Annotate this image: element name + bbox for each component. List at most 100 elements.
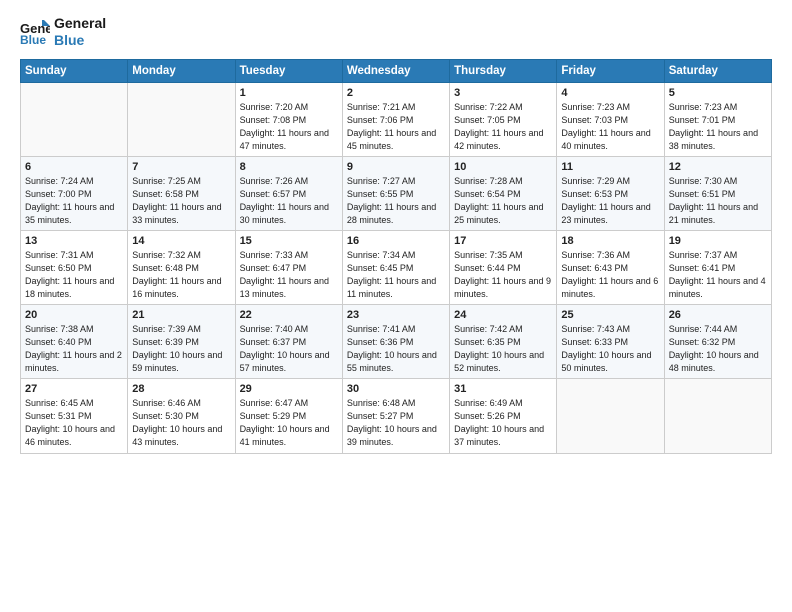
day-info: Sunrise: 7:34 AM Sunset: 6:45 PM Dayligh… [347,249,445,301]
calendar-cell: 7 Sunrise: 7:25 AM Sunset: 6:58 PM Daylig… [128,156,235,230]
day-info: Sunrise: 7:30 AM Sunset: 6:51 PM Dayligh… [669,175,767,227]
day-number: 13 [25,235,123,247]
calendar-cell: 15Sunrise: 7:33 AM Sunset: 6:47 PM Dayli… [235,230,342,304]
day-info: Sunrise: 7:25 AM Sunset: 6:58 PM Dayligh… [132,175,230,227]
day-number: 10 [454,161,552,173]
calendar-cell: 22 Sunrise: 7:40 AM Sunset: 6:37 PM Dayli… [235,305,342,379]
calendar-cell: 8 Sunrise: 7:26 AM Sunset: 6:57 PM Daylig… [235,156,342,230]
day-info: Sunrise: 6:47 AM Sunset: 5:29 PM Dayligh… [240,397,338,449]
day-info: Sunrise: 7:35 AM Sunset: 6:44 PM Dayligh… [454,249,552,301]
day-info: Sunrise: 7:23 AM Sunset: 7:03 PM Dayligh… [561,101,659,153]
logo-blue: Blue [54,32,106,49]
day-number: 11 [561,161,659,173]
calendar-week-1: 1 Sunrise: 7:20 AM Sunset: 7:08 PM Daylig… [21,82,772,156]
day-info: Sunrise: 6:46 AM Sunset: 5:30 PM Dayligh… [132,397,230,449]
day-number: 6 [25,161,123,173]
day-info: Sunrise: 6:45 AM Sunset: 5:31 PM Dayligh… [25,397,123,449]
calendar-cell: 28 Sunrise: 6:46 AM Sunset: 5:30 PM Dayli… [128,379,235,453]
day-number: 26 [669,309,767,321]
day-info: Sunrise: 7:27 AM Sunset: 6:55 PM Dayligh… [347,175,445,227]
calendar-cell: 23 Sunrise: 7:41 AM Sunset: 6:36 PM Dayli… [342,305,449,379]
calendar-cell: 6Sunrise: 7:24 AM Sunset: 7:00 PM Daylig… [21,156,128,230]
day-number: 2 [347,87,445,99]
calendar-week-5: 27 Sunrise: 6:45 AM Sunset: 5:31 PM Dayli… [21,379,772,453]
col-header-tuesday: Tuesday [235,59,342,82]
day-number: 25 [561,309,659,321]
calendar-cell: 20Sunrise: 7:38 AM Sunset: 6:40 PM Dayli… [21,305,128,379]
col-header-saturday: Saturday [664,59,771,82]
day-info: Sunrise: 7:29 AM Sunset: 6:53 PM Dayligh… [561,175,659,227]
day-number: 1 [240,87,338,99]
day-number: 30 [347,383,445,395]
calendar-page: General Blue General Blue SundayMondayTu… [0,0,792,612]
day-number: 21 [132,309,230,321]
logo: General Blue General Blue [20,15,106,49]
day-number: 23 [347,309,445,321]
day-number: 12 [669,161,767,173]
calendar-cell: 1 Sunrise: 7:20 AM Sunset: 7:08 PM Daylig… [235,82,342,156]
col-header-friday: Friday [557,59,664,82]
day-number: 31 [454,383,552,395]
col-header-monday: Monday [128,59,235,82]
calendar-cell: 25 Sunrise: 7:43 AM Sunset: 6:33 PM Dayli… [557,305,664,379]
calendar-cell: 29 Sunrise: 6:47 AM Sunset: 5:29 PM Dayli… [235,379,342,453]
day-info: Sunrise: 7:38 AM Sunset: 6:40 PM Dayligh… [25,323,123,375]
logo-general: General [54,15,106,32]
day-number: 4 [561,87,659,99]
calendar-cell: 10 Sunrise: 7:28 AM Sunset: 6:54 PM Dayli… [450,156,557,230]
day-info: Sunrise: 7:23 AM Sunset: 7:01 PM Dayligh… [669,101,767,153]
day-number: 19 [669,235,767,247]
day-info: Sunrise: 7:43 AM Sunset: 6:33 PM Dayligh… [561,323,659,375]
calendar-header: General Blue General Blue [20,15,772,49]
calendar-cell [21,82,128,156]
calendar-cell: 9 Sunrise: 7:27 AM Sunset: 6:55 PM Daylig… [342,156,449,230]
calendar-cell: 14Sunrise: 7:32 AM Sunset: 6:48 PM Dayli… [128,230,235,304]
day-number: 16 [347,235,445,247]
calendar-header-row: SundayMondayTuesdayWednesdayThursdayFrid… [21,59,772,82]
day-number: 3 [454,87,552,99]
day-info: Sunrise: 6:48 AM Sunset: 5:27 PM Dayligh… [347,397,445,449]
calendar-cell: 13 Sunrise: 7:31 AM Sunset: 6:50 PM Dayli… [21,230,128,304]
logo-icon: General Blue [20,20,50,44]
day-info: Sunrise: 7:40 AM Sunset: 6:37 PM Dayligh… [240,323,338,375]
day-number: 7 [132,161,230,173]
calendar-cell: 17Sunrise: 7:35 AM Sunset: 6:44 PM Dayli… [450,230,557,304]
day-info: Sunrise: 7:42 AM Sunset: 6:35 PM Dayligh… [454,323,552,375]
day-number: 27 [25,383,123,395]
calendar-cell: 27 Sunrise: 6:45 AM Sunset: 5:31 PM Dayli… [21,379,128,453]
day-number: 8 [240,161,338,173]
day-info: Sunrise: 7:44 AM Sunset: 6:32 PM Dayligh… [669,323,767,375]
calendar-cell: 12 Sunrise: 7:30 AM Sunset: 6:51 PM Dayli… [664,156,771,230]
day-info: Sunrise: 7:31 AM Sunset: 6:50 PM Dayligh… [25,249,123,301]
calendar-cell: 18 Sunrise: 7:36 AM Sunset: 6:43 PM Dayli… [557,230,664,304]
calendar-cell: 4 Sunrise: 7:23 AM Sunset: 7:03 PM Daylig… [557,82,664,156]
calendar-cell: 19 Sunrise: 7:37 AM Sunset: 6:41 PM Dayli… [664,230,771,304]
col-header-thursday: Thursday [450,59,557,82]
day-info: Sunrise: 7:41 AM Sunset: 6:36 PM Dayligh… [347,323,445,375]
day-info: Sunrise: 7:28 AM Sunset: 6:54 PM Dayligh… [454,175,552,227]
day-number: 18 [561,235,659,247]
calendar-cell [128,82,235,156]
calendar-cell: 24 Sunrise: 7:42 AM Sunset: 6:35 PM Dayli… [450,305,557,379]
calendar-week-2: 6Sunrise: 7:24 AM Sunset: 7:00 PM Daylig… [21,156,772,230]
day-info: Sunrise: 7:32 AM Sunset: 6:48 PM Dayligh… [132,249,230,301]
day-info: Sunrise: 7:20 AM Sunset: 7:08 PM Dayligh… [240,101,338,153]
day-number: 9 [347,161,445,173]
day-number: 22 [240,309,338,321]
day-number: 24 [454,309,552,321]
day-info: Sunrise: 7:33 AM Sunset: 6:47 PM Dayligh… [240,249,338,301]
svg-text:Blue: Blue [20,33,46,44]
calendar-week-4: 20Sunrise: 7:38 AM Sunset: 6:40 PM Dayli… [21,305,772,379]
calendar-cell: 11 Sunrise: 7:29 AM Sunset: 6:53 PM Dayli… [557,156,664,230]
day-info: Sunrise: 7:37 AM Sunset: 6:41 PM Dayligh… [669,249,767,301]
col-header-sunday: Sunday [21,59,128,82]
calendar-cell: 5Sunrise: 7:23 AM Sunset: 7:01 PM Daylig… [664,82,771,156]
day-info: Sunrise: 7:26 AM Sunset: 6:57 PM Dayligh… [240,175,338,227]
day-info: Sunrise: 6:49 AM Sunset: 5:26 PM Dayligh… [454,397,552,449]
calendar-cell: 31 Sunrise: 6:49 AM Sunset: 5:26 PM Dayli… [450,379,557,453]
day-number: 28 [132,383,230,395]
calendar-week-3: 13 Sunrise: 7:31 AM Sunset: 6:50 PM Dayli… [21,230,772,304]
col-header-wednesday: Wednesday [342,59,449,82]
day-info: Sunrise: 7:36 AM Sunset: 6:43 PM Dayligh… [561,249,659,301]
day-number: 29 [240,383,338,395]
